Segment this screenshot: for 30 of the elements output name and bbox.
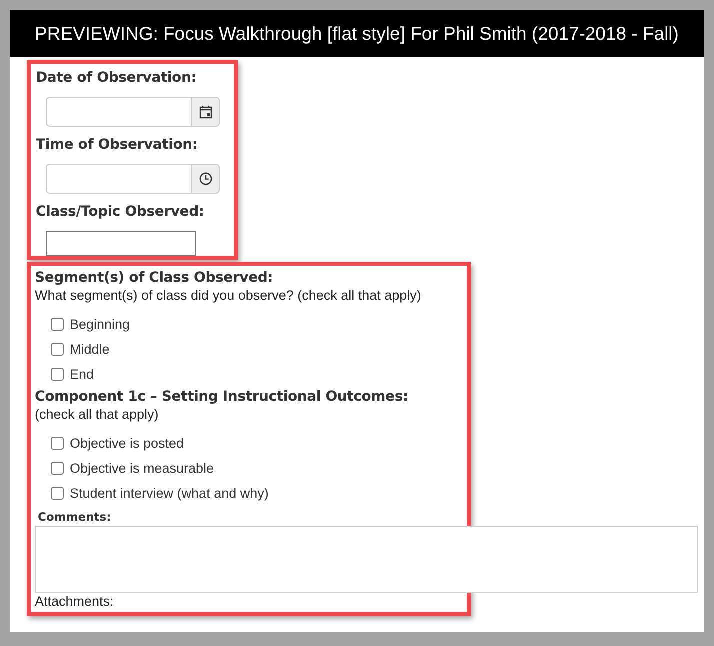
option-label: Middle (70, 342, 110, 357)
input-field[interactable] (46, 97, 191, 127)
question-title: Segment(s) of Class Observed: (35, 269, 274, 288)
attachments-label: Attachments: (35, 594, 115, 609)
preview-title: PREVIEWING: Focus Walkthrough [flat style] For Phil Smith (2017-2018 - Fall) (35, 22, 679, 44)
clock-button[interactable] (191, 164, 220, 194)
calendar-icon (198, 105, 212, 119)
option-label: Objective is posted (70, 436, 184, 451)
option-label: End (70, 367, 94, 382)
question-instruction: (check all that apply) (35, 407, 160, 423)
field-label: Time of Observation: (36, 136, 199, 155)
question-title: Component 1c – Setting Instructional Outcomes: (35, 388, 410, 407)
option-label: Beginning (70, 317, 130, 332)
checkbox[interactable] (51, 343, 64, 356)
field-label: Class/Topic Observed: (36, 203, 206, 222)
field-label: Date of Observation: (36, 69, 198, 88)
input-field[interactable] (46, 231, 196, 256)
checkbox[interactable] (51, 487, 64, 500)
question-instruction: What segment(s) of class did you observe? (check all that apply) (35, 288, 422, 304)
checkbox[interactable] (51, 462, 64, 475)
comments-field[interactable] (35, 526, 698, 593)
option-label: Student interview (what and why) (70, 486, 269, 501)
clock-icon (198, 172, 212, 186)
calendar-button[interactable] (191, 97, 220, 127)
checkbox[interactable] (51, 437, 64, 450)
comments-label: Comments: (38, 510, 112, 524)
checkbox[interactable] (51, 368, 64, 381)
checkbox[interactable] (51, 318, 64, 331)
input-field[interactable] (46, 164, 191, 194)
option-label: Objective is measurable (70, 461, 214, 476)
